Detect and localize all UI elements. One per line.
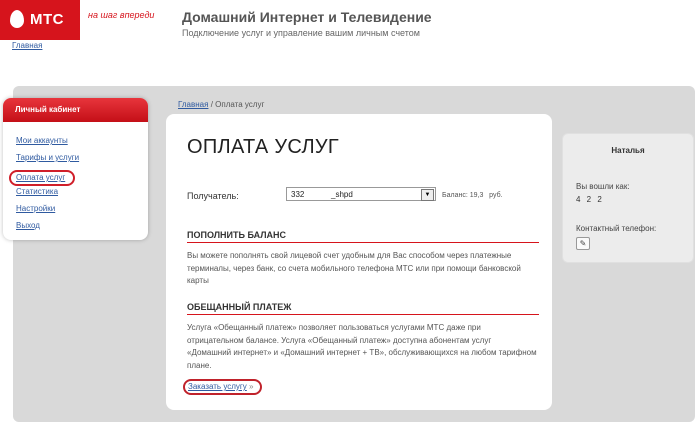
- personal-account-panel: Личный кабинет Мои аккаунты Тарифы и усл…: [3, 98, 148, 240]
- balance-text: Баланс: 19,3 руб.: [442, 192, 503, 199]
- breadcrumb: Главная / Оплата услуг: [178, 100, 264, 109]
- promised-payment-divider: [187, 314, 539, 315]
- topup-section-title: ПОПОЛНИТЬ БАЛАНС: [187, 230, 287, 240]
- home-link[interactable]: Главная: [12, 41, 42, 50]
- slogan: на шаг впереди: [88, 10, 155, 20]
- mts-logo-icon: [10, 10, 24, 28]
- sidebar-item-label[interactable]: Выход: [16, 221, 40, 230]
- sidebar-item-payment[interactable]: Оплата услуг: [9, 170, 148, 187]
- logo-text: МТС: [30, 11, 64, 28]
- topup-section-divider: [187, 242, 539, 243]
- page-header-subtitle: Подключение услуг и управление вашим лич…: [182, 28, 420, 38]
- dropdown-arrow-icon[interactable]: ▼: [421, 189, 434, 201]
- sidebar-item-statistics[interactable]: Статистика: [16, 187, 148, 204]
- sidebar-item-label[interactable]: Тарифы и услуги: [16, 153, 79, 162]
- sidebar-item-logout[interactable]: Выход: [16, 221, 148, 238]
- contact-phone-label: Контактный телефон:: [576, 224, 657, 233]
- sidebar-item-settings[interactable]: Настройки: [16, 204, 148, 221]
- mts-logo[interactable]: МТС: [0, 0, 80, 40]
- page-header-title: Домашний Интернет и Телевидение: [182, 9, 432, 25]
- topup-section-text: Вы можете пополнять свой лицевой счет уд…: [187, 251, 521, 285]
- edit-pencil-icon[interactable]: ✎: [576, 237, 590, 250]
- sidebar-title: Личный кабинет: [3, 98, 148, 122]
- sidebar-item-label[interactable]: Статистика: [16, 187, 58, 196]
- recipient-label: Получатель:: [187, 191, 239, 201]
- sidebar-item-label[interactable]: Оплата услуг: [9, 170, 76, 186]
- order-service-label[interactable]: Заказать услугу: [188, 382, 247, 391]
- sidebar-item-label[interactable]: Настройки: [16, 204, 55, 213]
- logged-in-label: Вы вошли как:: [576, 182, 630, 191]
- recipient-select-value: 332 _shpd: [291, 190, 353, 199]
- sidebar-menu: Мои аккаунты Тарифы и услуги Оплата услу…: [3, 122, 148, 238]
- breadcrumb-home-link[interactable]: Главная: [178, 100, 208, 109]
- sidebar-item-label[interactable]: Мои аккаунты: [16, 136, 68, 145]
- logged-in-value: 4 2 2: [576, 195, 604, 204]
- sidebar-item-accounts[interactable]: Мои аккаунты: [16, 136, 148, 153]
- promised-payment-text: Услуга «Обещанный платеж» позволяет поль…: [187, 323, 537, 370]
- main-content-panel: ОПЛАТА УСЛУГ Получатель: 332 _shpd ▼ Бал…: [166, 114, 552, 410]
- user-name: Наталья: [611, 146, 645, 155]
- recipient-select[interactable]: 332 _shpd ▼: [286, 187, 436, 201]
- breadcrumb-current: Оплата услуг: [215, 100, 265, 109]
- sidebar-item-tariffs[interactable]: Тарифы и услуги: [16, 153, 148, 170]
- order-service-link[interactable]: Заказать услугу »: [183, 379, 262, 395]
- user-info-panel: Наталья Вы вошли как: 4 2 2 Контактный т…: [562, 133, 694, 263]
- order-service-arrow: »: [249, 382, 254, 391]
- page-title: ОПЛАТА УСЛУГ: [187, 136, 340, 158]
- promised-payment-title: ОБЕЩАННЫЙ ПЛАТЕЖ: [187, 302, 292, 312]
- breadcrumb-separator: /: [210, 100, 213, 109]
